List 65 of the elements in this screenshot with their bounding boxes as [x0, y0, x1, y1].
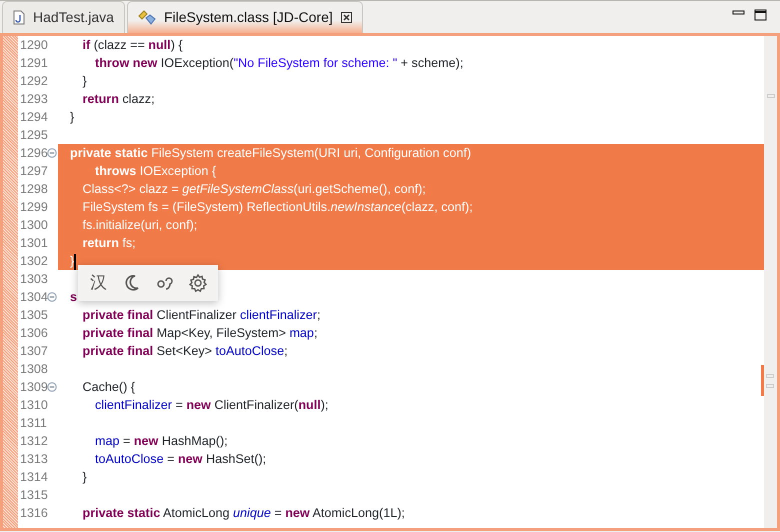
overview-marker[interactable]	[766, 384, 774, 388]
line-number: 1308	[19, 361, 47, 378]
code-line: s	[70, 290, 78, 304]
line-number: 1309	[19, 379, 47, 396]
code-line: Class<?> clazz = getFileSystemClass(uri.getScheme(), conf);	[82, 182, 426, 196]
toolbar-button[interactable]: 汉	[84, 268, 114, 298]
code-line: private static AtomicLong unique = new AtomicLong(1L);	[82, 506, 405, 520]
fold-icon[interactable]	[47, 148, 57, 158]
code-line: toAutoClose = new HashSet();	[94, 452, 266, 466]
line-number: 1300	[19, 217, 47, 234]
line-number: 1306	[19, 325, 47, 342]
overview-marker[interactable]	[767, 94, 775, 98]
code-line: private static FileSystem createFileSystem(URI uri, Configuration conf)	[70, 146, 472, 160]
line-number: 1299	[19, 199, 47, 216]
code-line: fs.initialize(uri, conf);	[82, 218, 198, 232]
line-number: 1313	[19, 451, 47, 468]
code-line: private final Set<Key> toAutoClose;	[82, 344, 288, 358]
line-number: 1307	[19, 343, 47, 360]
code-line: private final ClientFinalizer clientFinalizer;	[82, 308, 320, 322]
line-number: 1314	[19, 469, 47, 486]
settings-icon	[188, 273, 208, 293]
line-number: 1294	[19, 109, 47, 126]
code-line: }	[70, 110, 74, 124]
maximize-icon[interactable]	[754, 9, 768, 21]
line-number: 1301	[19, 235, 47, 252]
line-number: 1304	[19, 289, 47, 306]
java-file-icon	[13, 10, 25, 25]
code-line: clientFinalizer = new ClientFinalizer(null);	[94, 398, 328, 412]
line-number: 1305	[19, 307, 47, 324]
editor-tab[interactable]: HadTest.java	[2, 1, 125, 33]
moon-icon	[122, 274, 140, 292]
fold-icon[interactable]	[47, 292, 57, 302]
line-number: 1303	[19, 271, 47, 288]
line-number: 1292	[19, 73, 47, 90]
code-line: throws IOException {	[94, 164, 216, 178]
editor-tab[interactable]: FileSystem.class [JD-Core]	[126, 1, 363, 33]
code-line: map = new HashMap();	[94, 434, 228, 448]
line-number: 1311	[19, 415, 47, 432]
close-icon[interactable]	[340, 12, 352, 23]
code-line: }	[82, 470, 87, 484]
code-line: return clazz;	[82, 92, 155, 106]
line-number: 1296	[19, 145, 47, 162]
line-number: 1315	[19, 487, 47, 504]
line-number: 1290	[19, 37, 47, 54]
line-number: 1298	[19, 181, 47, 198]
code-line: throw new IOException("No FileSystem for scheme: " + scheme);	[94, 56, 464, 70]
line-number: 1291	[19, 55, 47, 72]
fold-icon[interactable]	[47, 382, 57, 392]
line-number: 1310	[19, 397, 47, 414]
class-file-icon	[138, 10, 156, 26]
code-line: private final Map<Key, FileSystem> map;	[82, 326, 318, 340]
overview-marker[interactable]	[766, 374, 774, 378]
line-number: 1295	[19, 127, 47, 144]
code-line: Cache() {	[82, 380, 135, 394]
code-line: }	[70, 254, 74, 268]
line-number: 1302	[19, 253, 47, 270]
line-number: 1297	[19, 163, 47, 180]
overview-marker[interactable]	[761, 365, 764, 396]
code-line: return fs;	[82, 236, 136, 250]
line-number: 1316	[19, 505, 47, 522]
code-line: if (clazz == null) {	[82, 38, 183, 52]
line-number: 1312	[19, 433, 47, 450]
code-line: }	[82, 74, 87, 88]
line-number: 1293	[19, 91, 47, 108]
code-line: FileSystem fs = (FileSystem) ReflectionUtils.newInstance(clazz, conf);	[82, 200, 473, 214]
